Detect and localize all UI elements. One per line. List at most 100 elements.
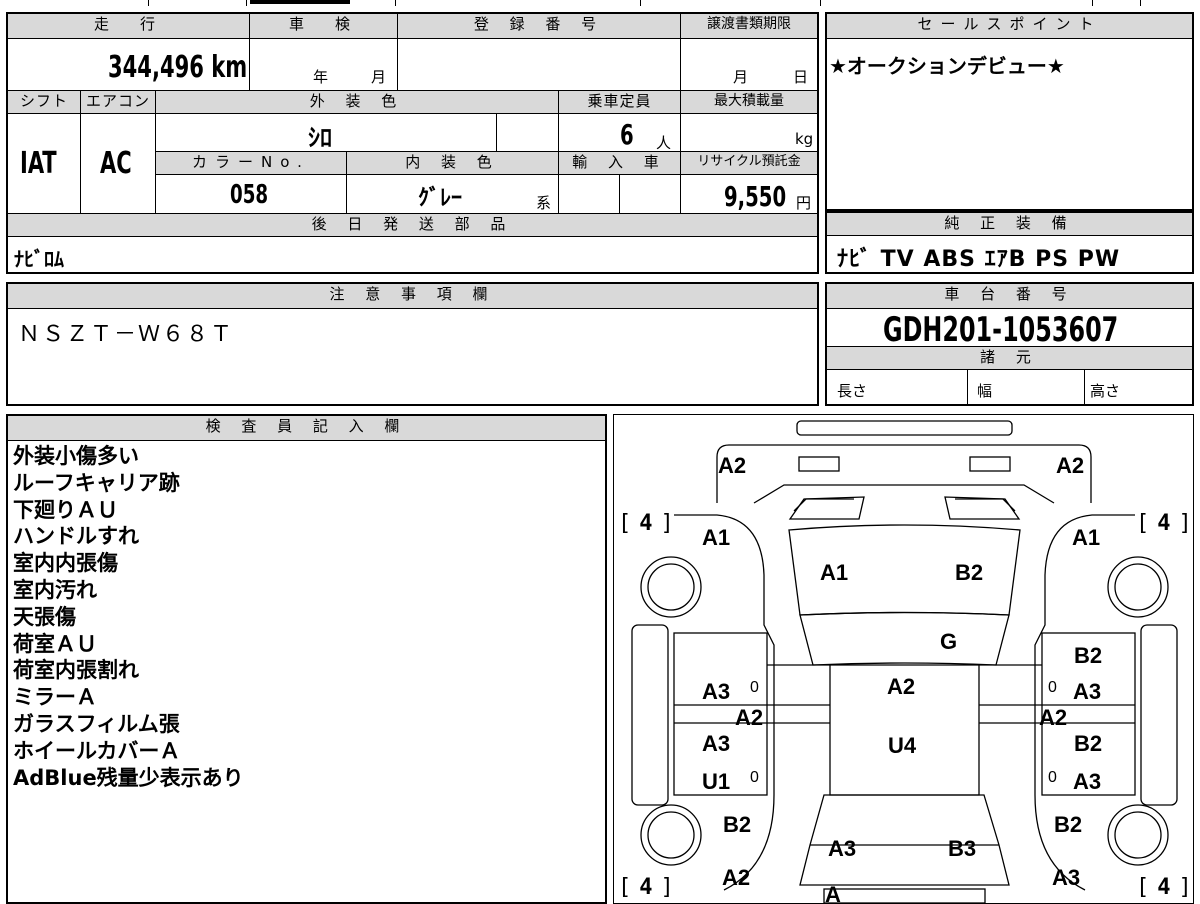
notes-value: ＮＳＺＴ－Ｗ６８Ｔ (18, 322, 235, 347)
sales-point-panel: セールスポイント ★オークションデビュー★ (825, 12, 1194, 211)
mark-hood-right: B2 (955, 560, 984, 585)
inspector-note: 室内汚れ (13, 577, 97, 602)
mark-left-rear-fender: B2 (723, 812, 752, 837)
recycle-value: 9,550 (724, 180, 787, 213)
mileage-value: 344,496 km (108, 50, 248, 85)
specs-header: 諸 元 (827, 347, 1192, 369)
inspector-note: ミラーＡ (13, 685, 97, 710)
mark-zero: 0 (1048, 679, 1057, 696)
inspector-notes: 外装小傷多い ルーフキャリア跡 下廻りＡＵ ハンドルすれ 室内内張傷 室内汚れ … (13, 443, 244, 791)
spec-panel: 走 行 車 検 登 録 番 号 譲渡書類期限 344,496 km 年 月 月 … (6, 12, 819, 274)
inspector-note: 下廻りＡＵ (13, 497, 118, 522)
mark-roof-front: A2 (887, 674, 916, 699)
max-load-header: 最大積載量 (681, 91, 817, 113)
inspector-panel: 検 査 員 記 入 欄 外装小傷多い ルーフキャリア跡 下廻りＡＵ ハンドルすれ… (6, 414, 607, 904)
equipment-value: ﾅﾋﾞ TV ABS ｴｱB PS PW (837, 247, 1121, 272)
shift-header: シフト (8, 91, 80, 113)
mark-roof-rear: U4 (888, 733, 917, 758)
mark-right-front-door: A3 (1073, 679, 1102, 704)
inspector-note: ルーフキャリア跡 (13, 470, 180, 495)
inspector-note: ホイールカバーＡ (13, 738, 181, 763)
inspector-note: 外装小傷多い (13, 444, 139, 468)
mark-windshield: G (940, 629, 958, 654)
later-parts-header: 後 日 発 送 部 品 (8, 214, 817, 236)
tire-front-right: [4] (1136, 511, 1192, 536)
mark-left-front-door: A3 (702, 679, 731, 704)
capacity-unit: 人 (656, 134, 672, 152)
mark-zero: 0 (750, 769, 759, 786)
deadline-day: 日 (793, 68, 809, 86)
tire-mark: 4 (1157, 875, 1171, 900)
sales-point-header: セールスポイント (827, 14, 1192, 38)
mark-left-front-fender: A1 (702, 525, 731, 550)
notes-header: 注 意 事 項 欄 (8, 284, 817, 308)
interior-color-header: 内 装 色 (347, 152, 558, 174)
tire-mark: 4 (1157, 511, 1171, 536)
mark-left-pillar: A2 (735, 705, 764, 730)
inspector-note: AdBlue残量少表示あり (13, 765, 244, 790)
mark-left-rear-door: A3 (702, 731, 731, 756)
mileage-header: 走 行 (8, 14, 249, 38)
capacity-value: 6 (620, 118, 634, 151)
top-strip (0, 0, 1200, 8)
exterior-color-value: ｼﾛ (308, 124, 332, 152)
mark-right-rear-door: B2 (1074, 731, 1103, 756)
mark-rear-left-corner: A2 (722, 865, 751, 890)
mark-right-pillar: A2 (1039, 705, 1068, 730)
max-load-unit: kg (795, 130, 814, 148)
mark-rear-right-corner: A3 (1052, 865, 1081, 890)
inspector-note: 天張傷 (13, 604, 76, 629)
interior-color-value: ｸﾞﾚｰ (418, 186, 463, 211)
mark-front-left-corner: A2 (718, 453, 747, 478)
tire-rear-left: [4] (618, 875, 674, 900)
later-parts-value: ﾅﾋﾞﾛﾑ (14, 247, 64, 271)
car-diagram (631, 420, 1178, 903)
exterior-color-header: 外 装 色 (156, 91, 558, 113)
mark-rear-center: A (825, 882, 841, 904)
deadline-month: 月 (733, 68, 749, 86)
deadline-header: 譲渡書類期限 (681, 14, 817, 38)
mark-zero: 0 (1048, 769, 1057, 786)
tire-mark: 4 (639, 511, 653, 536)
mark-left-rocker: U1 (702, 769, 731, 794)
mark-right-door-top: B2 (1074, 643, 1103, 668)
inspector-note: ガラスフィルム張 (13, 711, 180, 736)
inspector-note: 荷室内張割れ (13, 658, 139, 683)
mark-right-front-fender: A1 (1072, 525, 1101, 550)
equipment-panel: 純 正 装 備 ﾅﾋﾞ TV ABS ｴｱB PS PW (825, 211, 1194, 274)
inspection-year: 年 (313, 68, 329, 86)
color-no-header: カラーNo. (156, 152, 346, 174)
color-no-value: 058 (230, 180, 269, 210)
inspector-note: 室内内張傷 (13, 551, 118, 576)
tire-mark: 4 (639, 875, 653, 900)
car-diagram-panel: [4] [4] [4] [4] A2 A2 A1 A1 A1 B2 G B2 A… (613, 414, 1194, 904)
width-label: 幅 (977, 382, 993, 400)
inspector-header: 検 査 員 記 入 欄 (8, 416, 605, 440)
tire-rear-right: [4] (1136, 875, 1192, 900)
chassis-panel: 車 台 番 号 GDH201-1053607 諸 元 長さ 幅 高さ (825, 282, 1194, 406)
chassis-value: GDH201-1053607 (883, 310, 1119, 350)
inspector-note: ハンドルすれ (13, 524, 139, 549)
length-label: 長さ (837, 382, 868, 400)
ac-header: エアコン (81, 91, 155, 113)
sales-point-value: ★オークションデビュー★ (829, 54, 1065, 78)
equipment-header: 純 正 装 備 (827, 213, 1192, 235)
import-header: 輸 入 車 (559, 152, 680, 174)
mark-rear-right: B3 (948, 836, 977, 861)
mark-right-rocker: A3 (1073, 769, 1102, 794)
mark-zero: 0 (750, 679, 759, 696)
mark-hood-left: A1 (820, 560, 849, 585)
height-label: 高さ (1090, 382, 1121, 400)
recycle-unit: 円 (796, 194, 812, 212)
notes-panel: 注 意 事 項 欄 ＮＳＺＴ－Ｗ６８Ｔ (6, 282, 819, 406)
ac-value: AC (100, 146, 132, 181)
registration-header: 登 録 番 号 (398, 14, 680, 38)
inspector-note: 荷室ＡＵ (13, 631, 97, 656)
tire-front-left: [4] (618, 511, 674, 536)
interior-color-suffix: 系 (536, 194, 552, 212)
shift-value: IAT (20, 146, 57, 181)
mark-right-rear-fender: B2 (1054, 812, 1083, 837)
inspection-month: 月 (371, 68, 387, 86)
recycle-header: リサイクル預託金 (681, 152, 817, 174)
mark-rear-left: A3 (828, 836, 857, 861)
